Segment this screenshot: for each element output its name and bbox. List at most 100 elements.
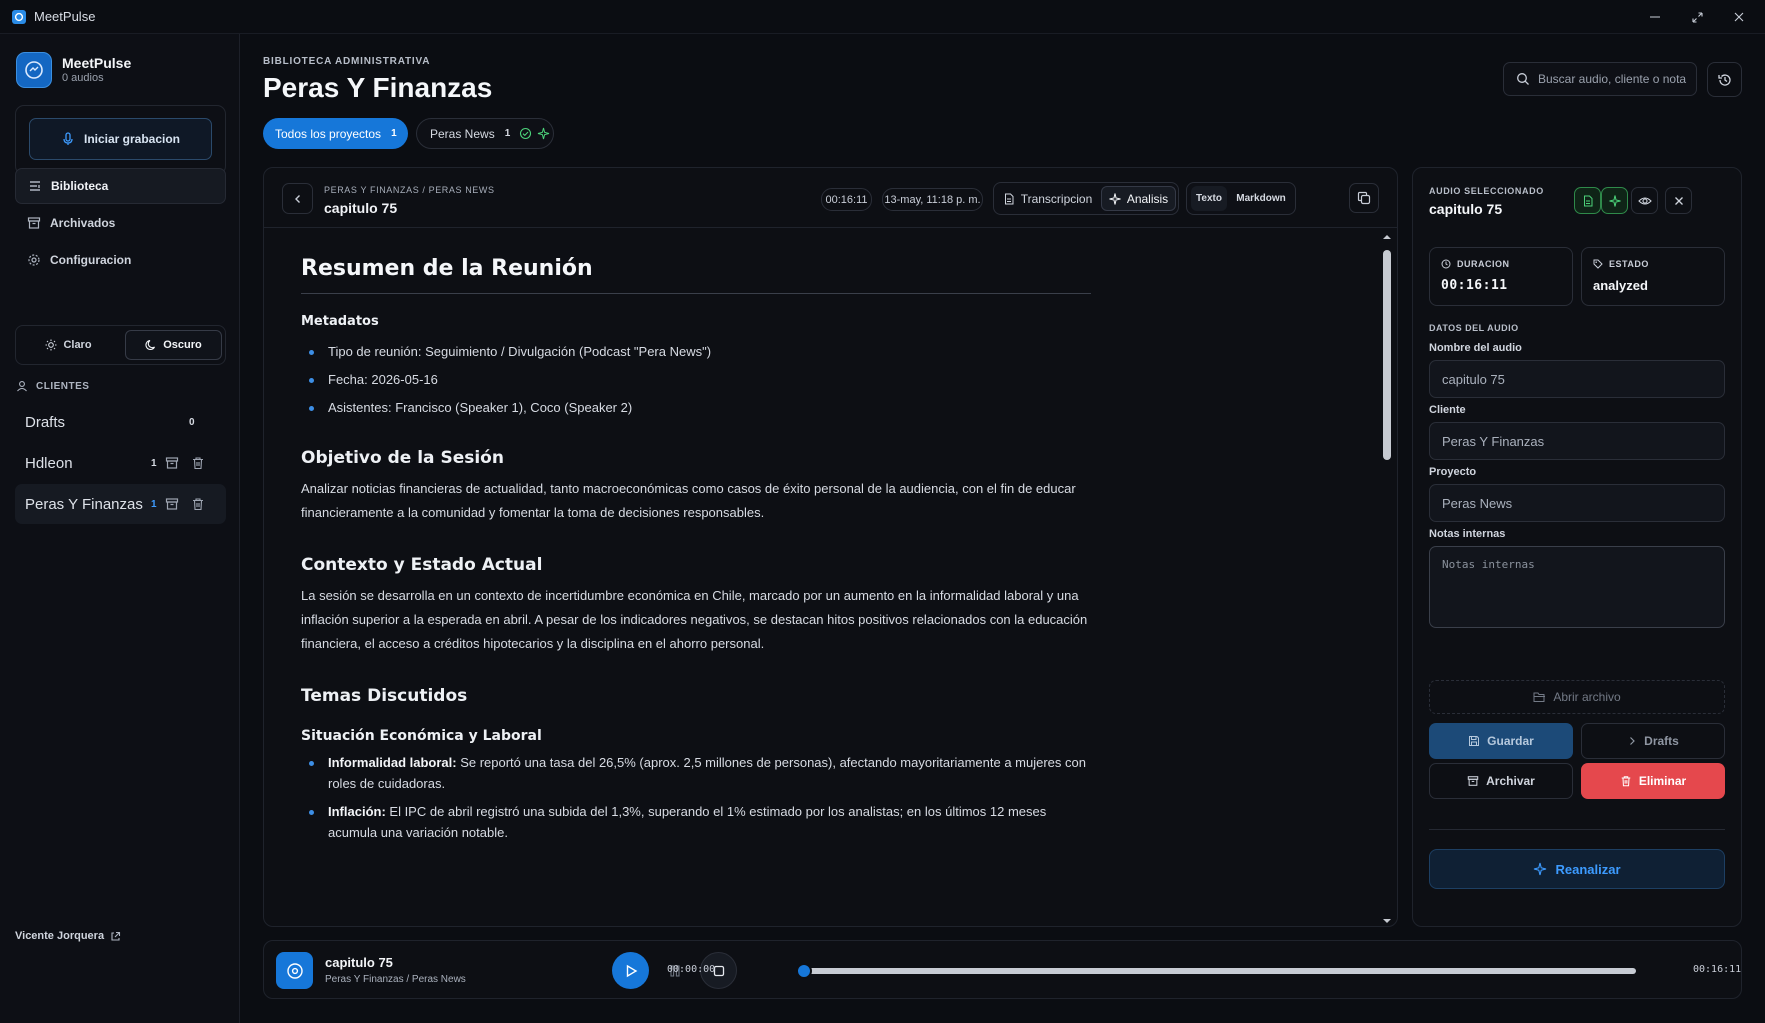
divider [1429,829,1725,830]
search-icon [1517,73,1529,85]
delete-label: Eliminar [1638,774,1687,788]
document-icon [1583,195,1592,206]
analysis-status-button[interactable] [1601,187,1628,214]
tab-transcripcion[interactable]: Transcripcion [998,186,1097,211]
dark-theme-button[interactable]: Oscuro [125,330,222,360]
list-item: Tipo de reunión: Seguimiento / Divulgaci… [301,341,1091,362]
audio-art-icon [276,952,313,989]
folder-open-icon [1533,692,1546,702]
user-link[interactable]: Vicente Jorquera [15,930,121,942]
chip-peras-news[interactable]: Peras News 1 [416,118,554,149]
notes-field[interactable] [1429,546,1725,628]
topics-list: Informalidad laboral: Se reportó una tas… [301,752,1091,843]
save-button[interactable]: Guardar [1429,723,1573,759]
archive-icon [1467,776,1479,786]
search-box [1503,62,1697,96]
duration-badge: 00:16:11 [821,188,872,211]
client-name: Peras Y Finanzas [25,495,143,513]
context-heading: Contexto y Estado Actual [301,555,543,575]
brand-logo-icon [16,52,52,88]
format-markdown[interactable]: Markdown [1231,186,1291,211]
audio-count: 0 audios [62,72,104,84]
context-text: La sesión se desarrolla en un contexto d… [301,588,1088,651]
audio-name-field[interactable] [1429,360,1725,398]
chip-all-projects[interactable]: Todos los proyectos 1 [263,118,408,149]
summary-heading: Resumen de la Reunión [301,256,1091,294]
list-item: Inflación: El IPC de abril registró una … [301,801,1091,843]
copy-button[interactable] [1349,183,1379,213]
app-window: MeetPulse MeetPulse 0 audios Iniciar gra… [0,0,1765,1023]
open-file-label: Abrir archivo [1553,690,1621,704]
scroll-down-icon[interactable] [1380,916,1394,926]
light-theme-button[interactable]: Claro [20,330,117,360]
subtopic-heading: Situación Económica y Laboral [301,728,542,744]
sparkle-icon [1534,862,1547,876]
analysis-content: Resumen de la Reunión Metadatos Tipo de … [264,228,1380,926]
progress-track[interactable] [804,968,1636,974]
sparkle-icon [538,127,550,140]
transcript-status-button[interactable] [1574,187,1601,214]
gear-icon [28,254,40,266]
minimize-button[interactable] [1632,0,1678,34]
close-window-button[interactable] [1716,0,1762,34]
history-icon [1717,73,1731,86]
client-item-peras-y-finanzas[interactable]: Peras Y Finanzas 1 [15,484,226,524]
move-to-drafts-button[interactable]: Drafts [1581,723,1725,759]
dark-theme-label: Oscuro [163,339,202,351]
drafts-label: Drafts [1644,734,1679,748]
chip-count: 1 [391,128,397,139]
item-text: El IPC de abril registró una subida del … [328,804,1047,840]
history-button[interactable] [1707,62,1742,97]
open-file-button[interactable]: Abrir archivo [1429,680,1725,714]
save-label: Guardar [1487,734,1534,748]
chip-count: 1 [504,128,511,139]
delete-button[interactable]: Eliminar [1581,763,1725,799]
clients-heading-label: CLIENTES [36,380,90,392]
start-recording-button[interactable]: Iniciar grabacion [29,118,212,160]
preview-button[interactable] [1631,187,1658,214]
document-panel: PERAS Y FINANZAS / PERAS NEWS capitulo 7… [263,167,1398,927]
item-term: Inflación: [328,804,386,819]
scroll-thumb[interactable] [1383,250,1391,460]
back-button[interactable] [282,183,313,214]
progress-handle[interactable] [796,963,812,979]
view-toggle: Transcripcion Analisis [993,182,1179,215]
play-icon [626,964,637,977]
status-card: ESTADO analyzed [1581,247,1725,306]
close-details-button[interactable] [1665,187,1692,214]
details-panel: AUDIO SELECCIONADO capitulo 75 DURACION … [1412,167,1742,927]
nav-item-configuracion[interactable]: Configuracion [15,242,226,278]
clients-heading: CLIENTES [16,380,89,392]
start-recording-label: Iniciar grabacion [83,132,181,146]
trash-icon[interactable] [191,456,205,470]
light-theme-label: Claro [63,339,92,351]
page-title: Peras Y Finanzas [263,72,493,103]
list-item: Fecha: 2026-05-16 [301,369,1091,390]
breadcrumb: PERAS Y FINANZAS / PERAS NEWS [324,185,495,195]
tab-analisis[interactable]: Analisis [1101,186,1176,211]
status-value: analyzed [1593,278,1648,293]
client-field[interactable] [1429,422,1725,460]
play-button[interactable] [612,952,649,989]
document-scrollbar[interactable] [1380,230,1394,926]
list-item: Informalidad laboral: Se reportó una tas… [301,752,1091,794]
metadata-list: Tipo de reunión: Seguimiento / Divulgaci… [301,341,1091,418]
expand-icon [1691,11,1703,23]
nav-item-archivados[interactable]: Archivados [15,205,226,241]
duration-value: 00:16:11 [1441,278,1508,293]
format-text[interactable]: Texto [1191,186,1227,211]
nav-item-biblioteca[interactable]: Biblioteca [15,168,226,204]
reanalyze-button[interactable]: Reanalizar [1429,849,1725,889]
archive-icon[interactable] [165,497,179,511]
archive-icon[interactable] [165,456,179,470]
search-input[interactable] [1538,72,1688,86]
client-item-hdleon[interactable]: Hdleon 1 [15,443,226,483]
audio-player: capitulo 75 Peras Y Finanzas / Peras New… [263,940,1742,999]
scroll-up-icon[interactable] [1380,232,1394,242]
archive-button[interactable]: Archivar [1429,763,1573,799]
trash-icon[interactable] [191,497,205,511]
copy-icon [1357,191,1371,205]
maximize-button[interactable] [1674,0,1720,34]
project-field[interactable] [1429,484,1725,522]
client-item-drafts[interactable]: Drafts 0 [15,402,226,442]
